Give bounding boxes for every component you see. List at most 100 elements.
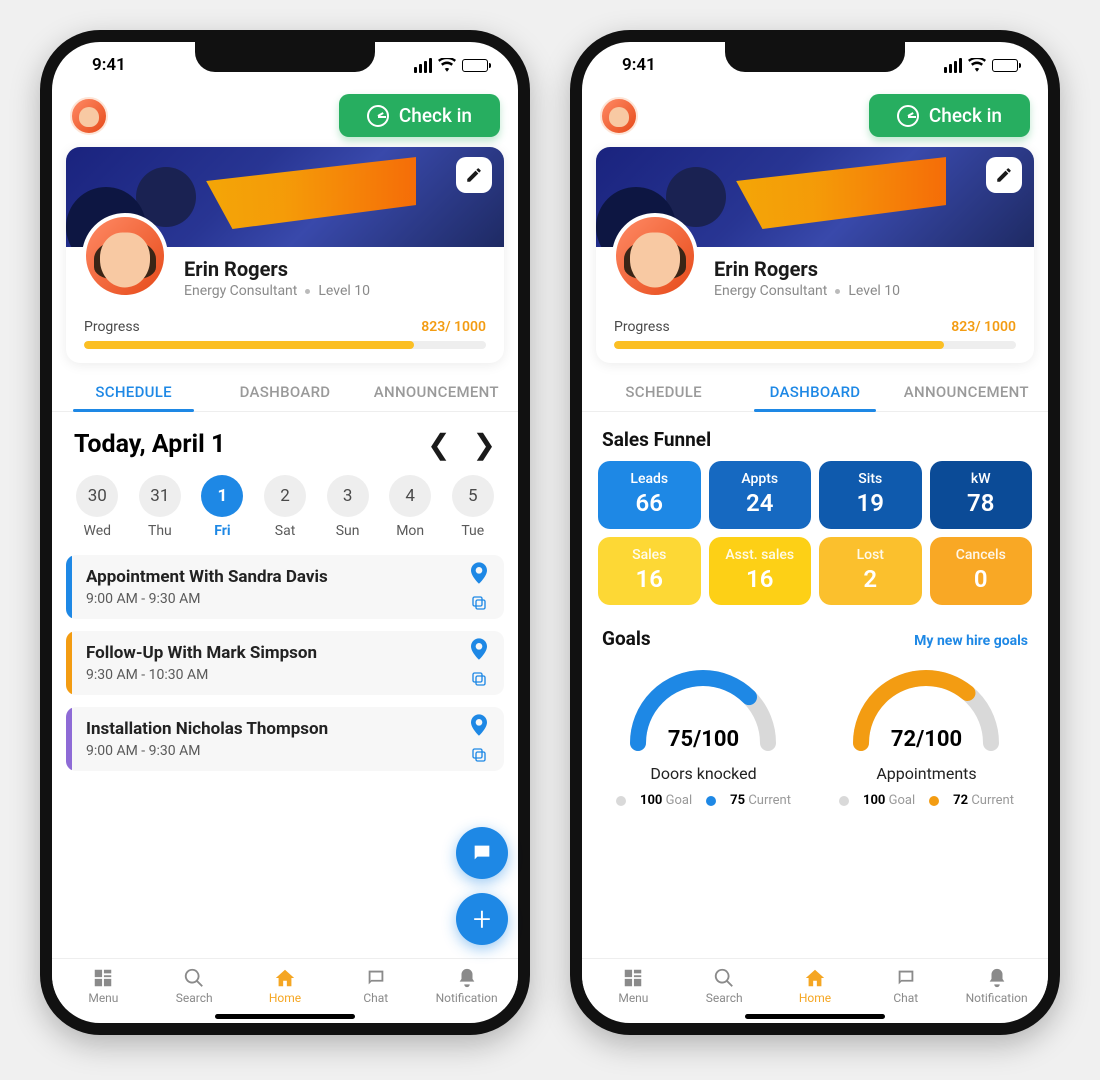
day-cell[interactable]: 3Sun xyxy=(316,475,379,539)
appointment-card[interactable]: Appointment With Sandra Davis 9:00 AM - … xyxy=(66,555,504,619)
funnel-value: 16 xyxy=(715,565,806,593)
pencil-icon xyxy=(995,166,1013,184)
battery-icon xyxy=(992,59,1018,72)
nav-chat[interactable]: Chat xyxy=(860,967,951,1005)
edit-profile-button[interactable] xyxy=(456,157,492,193)
appointment-title: Appointment With Sandra Davis xyxy=(86,567,440,587)
sales-funnel-title: Sales Funnel xyxy=(582,412,1048,461)
funnel-value: 66 xyxy=(604,489,695,517)
progress-bar xyxy=(614,341,1016,349)
funnel-label: Sales xyxy=(604,547,695,563)
bottom-nav: Menu Search Home Chat Notification xyxy=(582,958,1048,1009)
funnel-tile[interactable]: Sits19 xyxy=(819,461,922,529)
day-number: 30 xyxy=(76,475,118,517)
location-icon[interactable] xyxy=(471,714,487,736)
gauge: 75/100 Doors knocked 100 Goal 75 Current xyxy=(616,658,791,808)
day-number: 31 xyxy=(139,475,181,517)
next-day-button[interactable]: ❯ xyxy=(473,428,496,461)
tab-announcement[interactable]: ANNOUNCEMENT xyxy=(891,375,1042,411)
funnel-value: 19 xyxy=(825,489,916,517)
profile-role: Energy Consultant xyxy=(184,283,297,299)
progress-value: 823/ 1000 xyxy=(421,319,486,335)
phone-mockup-right: 9:41 Check in xyxy=(570,30,1060,1035)
day-label: Tue xyxy=(461,523,484,539)
phone-mockup-left: 9:41 Check in xyxy=(40,30,530,1035)
fab-chat-button[interactable] xyxy=(456,827,508,879)
clock-time: 9:41 xyxy=(92,55,126,75)
avatar-large[interactable] xyxy=(612,213,698,299)
day-label: Sun xyxy=(336,523,360,539)
wifi-icon xyxy=(438,58,456,72)
appointment-time: 9:00 AM - 9:30 AM xyxy=(86,591,440,607)
day-cell[interactable]: 30Wed xyxy=(66,475,129,539)
profile-card: Erin Rogers Energy Consultant Level 10 P… xyxy=(596,147,1034,363)
day-number: 1 xyxy=(201,475,243,517)
nav-menu[interactable]: Menu xyxy=(588,967,679,1005)
profile-name: Erin Rogers xyxy=(714,257,1016,281)
nav-menu[interactable]: Menu xyxy=(58,967,149,1005)
funnel-value: 2 xyxy=(825,565,916,593)
day-cell[interactable]: 31 Thu xyxy=(129,475,192,539)
tab-dashboard[interactable]: DASHBOARD xyxy=(739,375,890,411)
copy-icon[interactable] xyxy=(470,746,488,764)
avatar[interactable] xyxy=(70,97,108,135)
fab-add-button[interactable]: + xyxy=(456,893,508,945)
funnel-tile[interactable]: Asst. sales 16 xyxy=(709,537,812,605)
day-label: Thu xyxy=(148,523,172,539)
funnel-tile[interactable]: Appts24 xyxy=(709,461,812,529)
clock-icon xyxy=(367,105,389,127)
tab-announcement[interactable]: ANNOUNCEMENT xyxy=(361,375,512,411)
tab-dashboard[interactable]: DASHBOARD xyxy=(209,375,360,411)
copy-icon[interactable] xyxy=(470,594,488,612)
day-label: Sat xyxy=(275,523,296,539)
avatar[interactable] xyxy=(600,97,638,135)
menu-icon xyxy=(622,967,644,989)
nav-search[interactable]: Search xyxy=(149,967,240,1005)
home-indicator xyxy=(215,1014,355,1019)
phone-notch xyxy=(725,42,905,72)
tab-schedule[interactable]: SCHEDULE xyxy=(58,375,209,411)
edit-profile-button[interactable] xyxy=(986,157,1022,193)
chat-icon xyxy=(471,842,493,864)
checkin-label: Check in xyxy=(929,104,1002,127)
progress-value: 823/ 1000 xyxy=(951,319,1016,335)
checkin-label: Check in xyxy=(399,104,472,127)
goals-title: Goals xyxy=(602,627,651,650)
checkin-button[interactable]: Check in xyxy=(339,94,500,137)
nav-notification[interactable]: Notification xyxy=(421,967,512,1005)
day-cell[interactable]: 2Sat xyxy=(254,475,317,539)
profile-level: Level 10 xyxy=(848,283,900,299)
funnel-tile[interactable]: kW78 xyxy=(930,461,1033,529)
appointment-card[interactable]: Installation Nicholas Thompson 9:00 AM -… xyxy=(66,707,504,771)
avatar-large[interactable] xyxy=(82,213,168,299)
profile-level: Level 10 xyxy=(318,283,370,299)
checkin-button[interactable]: Check in xyxy=(869,94,1030,137)
nav-notification[interactable]: Notification xyxy=(951,967,1042,1005)
copy-icon[interactable] xyxy=(470,670,488,688)
tab-schedule[interactable]: SCHEDULE xyxy=(588,375,739,411)
home-icon xyxy=(274,967,296,989)
funnel-tile[interactable]: Lost2 xyxy=(819,537,922,605)
funnel-label: Asst. sales xyxy=(715,547,806,563)
appointment-card[interactable]: Follow-Up With Mark Simpson 9:30 AM - 10… xyxy=(66,631,504,695)
prev-day-button[interactable]: ❮ xyxy=(427,428,450,461)
progress-bar xyxy=(84,341,486,349)
location-icon[interactable] xyxy=(471,562,487,584)
day-cell[interactable]: 4Mon xyxy=(379,475,442,539)
nav-home[interactable]: Home xyxy=(770,967,861,1005)
nav-chat[interactable]: Chat xyxy=(330,967,421,1005)
day-cell[interactable]: 5Tue xyxy=(441,475,504,539)
funnel-tile[interactable]: Cancels0 xyxy=(930,537,1033,605)
nav-home[interactable]: Home xyxy=(240,967,331,1005)
search-icon xyxy=(713,967,735,989)
home-indicator xyxy=(745,1014,885,1019)
location-icon[interactable] xyxy=(471,638,487,660)
funnel-tile[interactable]: Leads66 xyxy=(598,461,701,529)
funnel-label: Appts xyxy=(715,471,806,487)
wifi-icon xyxy=(968,58,986,72)
day-cell[interactable]: 1Fri xyxy=(191,475,254,539)
goals-link[interactable]: My new hire goals xyxy=(914,633,1028,649)
funnel-tile[interactable]: Sales16 xyxy=(598,537,701,605)
bell-icon xyxy=(456,967,478,989)
nav-search[interactable]: Search xyxy=(679,967,770,1005)
